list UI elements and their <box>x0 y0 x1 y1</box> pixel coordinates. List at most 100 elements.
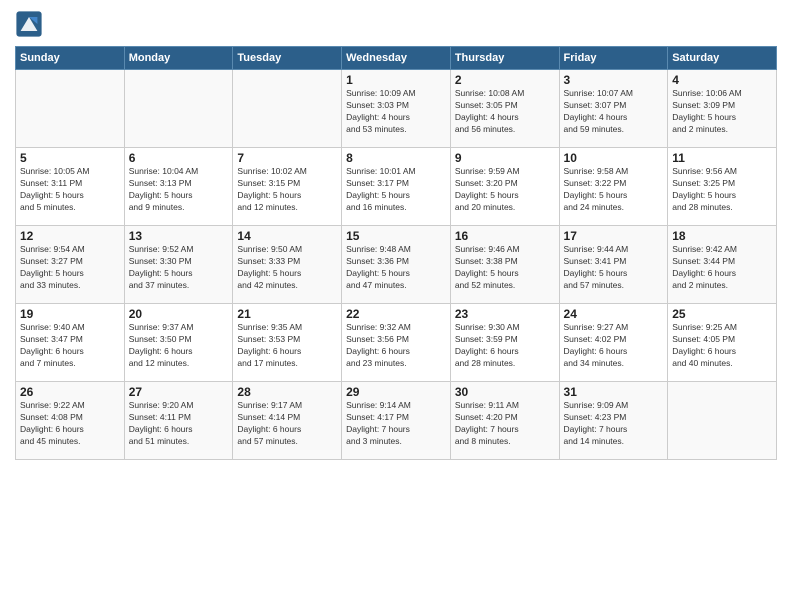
day-number: 4 <box>672 73 772 87</box>
weekday-header-row: SundayMondayTuesdayWednesdayThursdayFrid… <box>16 47 777 70</box>
week-row-2: 5Sunrise: 10:05 AM Sunset: 3:11 PM Dayli… <box>16 148 777 226</box>
day-info: Sunrise: 9:09 AM Sunset: 4:23 PM Dayligh… <box>564 400 664 448</box>
week-row-1: 1Sunrise: 10:09 AM Sunset: 3:03 PM Dayli… <box>16 70 777 148</box>
day-number: 9 <box>455 151 555 165</box>
day-info: Sunrise: 9:27 AM Sunset: 4:02 PM Dayligh… <box>564 322 664 370</box>
logo-icon <box>15 10 43 38</box>
calendar-cell: 2Sunrise: 10:08 AM Sunset: 3:05 PM Dayli… <box>450 70 559 148</box>
day-number: 24 <box>564 307 664 321</box>
calendar-cell: 11Sunrise: 9:56 AM Sunset: 3:25 PM Dayli… <box>668 148 777 226</box>
calendar-cell: 13Sunrise: 9:52 AM Sunset: 3:30 PM Dayli… <box>124 226 233 304</box>
day-number: 18 <box>672 229 772 243</box>
calendar-cell <box>233 70 342 148</box>
calendar-cell: 10Sunrise: 9:58 AM Sunset: 3:22 PM Dayli… <box>559 148 668 226</box>
calendar-cell <box>124 70 233 148</box>
day-number: 1 <box>346 73 446 87</box>
calendar-cell: 21Sunrise: 9:35 AM Sunset: 3:53 PM Dayli… <box>233 304 342 382</box>
calendar-container: SundayMondayTuesdayWednesdayThursdayFrid… <box>0 0 792 470</box>
day-info: Sunrise: 9:35 AM Sunset: 3:53 PM Dayligh… <box>237 322 337 370</box>
day-info: Sunrise: 9:37 AM Sunset: 3:50 PM Dayligh… <box>129 322 229 370</box>
day-info: Sunrise: 10:04 AM Sunset: 3:13 PM Daylig… <box>129 166 229 214</box>
day-info: Sunrise: 9:14 AM Sunset: 4:17 PM Dayligh… <box>346 400 446 448</box>
day-info: Sunrise: 9:40 AM Sunset: 3:47 PM Dayligh… <box>20 322 120 370</box>
day-info: Sunrise: 9:25 AM Sunset: 4:05 PM Dayligh… <box>672 322 772 370</box>
day-info: Sunrise: 9:56 AM Sunset: 3:25 PM Dayligh… <box>672 166 772 214</box>
calendar-cell: 17Sunrise: 9:44 AM Sunset: 3:41 PM Dayli… <box>559 226 668 304</box>
day-number: 28 <box>237 385 337 399</box>
day-info: Sunrise: 9:58 AM Sunset: 3:22 PM Dayligh… <box>564 166 664 214</box>
day-number: 6 <box>129 151 229 165</box>
calendar-cell: 8Sunrise: 10:01 AM Sunset: 3:17 PM Dayli… <box>342 148 451 226</box>
calendar-cell: 28Sunrise: 9:17 AM Sunset: 4:14 PM Dayli… <box>233 382 342 460</box>
calendar-cell: 23Sunrise: 9:30 AM Sunset: 3:59 PM Dayli… <box>450 304 559 382</box>
day-number: 8 <box>346 151 446 165</box>
calendar-cell: 26Sunrise: 9:22 AM Sunset: 4:08 PM Dayli… <box>16 382 125 460</box>
calendar-cell: 14Sunrise: 9:50 AM Sunset: 3:33 PM Dayli… <box>233 226 342 304</box>
day-number: 16 <box>455 229 555 243</box>
day-number: 29 <box>346 385 446 399</box>
week-row-3: 12Sunrise: 9:54 AM Sunset: 3:27 PM Dayli… <box>16 226 777 304</box>
calendar-cell: 5Sunrise: 10:05 AM Sunset: 3:11 PM Dayli… <box>16 148 125 226</box>
week-row-4: 19Sunrise: 9:40 AM Sunset: 3:47 PM Dayli… <box>16 304 777 382</box>
calendar-cell: 24Sunrise: 9:27 AM Sunset: 4:02 PM Dayli… <box>559 304 668 382</box>
day-info: Sunrise: 9:44 AM Sunset: 3:41 PM Dayligh… <box>564 244 664 292</box>
calendar-cell: 1Sunrise: 10:09 AM Sunset: 3:03 PM Dayli… <box>342 70 451 148</box>
day-number: 30 <box>455 385 555 399</box>
day-number: 22 <box>346 307 446 321</box>
weekday-header-thursday: Thursday <box>450 47 559 70</box>
day-info: Sunrise: 10:05 AM Sunset: 3:11 PM Daylig… <box>20 166 120 214</box>
calendar-cell <box>16 70 125 148</box>
day-number: 5 <box>20 151 120 165</box>
day-info: Sunrise: 9:48 AM Sunset: 3:36 PM Dayligh… <box>346 244 446 292</box>
day-info: Sunrise: 9:20 AM Sunset: 4:11 PM Dayligh… <box>129 400 229 448</box>
calendar-cell: 20Sunrise: 9:37 AM Sunset: 3:50 PM Dayli… <box>124 304 233 382</box>
day-number: 17 <box>564 229 664 243</box>
calendar-table: SundayMondayTuesdayWednesdayThursdayFrid… <box>15 46 777 460</box>
day-number: 23 <box>455 307 555 321</box>
day-info: Sunrise: 9:17 AM Sunset: 4:14 PM Dayligh… <box>237 400 337 448</box>
day-number: 15 <box>346 229 446 243</box>
day-number: 3 <box>564 73 664 87</box>
weekday-header-monday: Monday <box>124 47 233 70</box>
calendar-cell: 25Sunrise: 9:25 AM Sunset: 4:05 PM Dayli… <box>668 304 777 382</box>
day-number: 20 <box>129 307 229 321</box>
calendar-cell: 16Sunrise: 9:46 AM Sunset: 3:38 PM Dayli… <box>450 226 559 304</box>
calendar-cell: 7Sunrise: 10:02 AM Sunset: 3:15 PM Dayli… <box>233 148 342 226</box>
calendar-cell: 31Sunrise: 9:09 AM Sunset: 4:23 PM Dayli… <box>559 382 668 460</box>
day-info: Sunrise: 9:54 AM Sunset: 3:27 PM Dayligh… <box>20 244 120 292</box>
calendar-cell: 30Sunrise: 9:11 AM Sunset: 4:20 PM Dayli… <box>450 382 559 460</box>
calendar-cell: 4Sunrise: 10:06 AM Sunset: 3:09 PM Dayli… <box>668 70 777 148</box>
day-info: Sunrise: 9:50 AM Sunset: 3:33 PM Dayligh… <box>237 244 337 292</box>
header <box>15 10 777 38</box>
logo <box>15 10 47 38</box>
day-info: Sunrise: 9:11 AM Sunset: 4:20 PM Dayligh… <box>455 400 555 448</box>
calendar-cell: 12Sunrise: 9:54 AM Sunset: 3:27 PM Dayli… <box>16 226 125 304</box>
day-number: 19 <box>20 307 120 321</box>
day-info: Sunrise: 9:59 AM Sunset: 3:20 PM Dayligh… <box>455 166 555 214</box>
day-info: Sunrise: 9:32 AM Sunset: 3:56 PM Dayligh… <box>346 322 446 370</box>
calendar-cell: 19Sunrise: 9:40 AM Sunset: 3:47 PM Dayli… <box>16 304 125 382</box>
week-row-5: 26Sunrise: 9:22 AM Sunset: 4:08 PM Dayli… <box>16 382 777 460</box>
day-number: 27 <box>129 385 229 399</box>
day-number: 11 <box>672 151 772 165</box>
calendar-cell: 3Sunrise: 10:07 AM Sunset: 3:07 PM Dayli… <box>559 70 668 148</box>
weekday-header-saturday: Saturday <box>668 47 777 70</box>
day-number: 25 <box>672 307 772 321</box>
day-info: Sunrise: 10:06 AM Sunset: 3:09 PM Daylig… <box>672 88 772 136</box>
calendar-cell: 22Sunrise: 9:32 AM Sunset: 3:56 PM Dayli… <box>342 304 451 382</box>
day-number: 12 <box>20 229 120 243</box>
day-number: 21 <box>237 307 337 321</box>
calendar-cell: 27Sunrise: 9:20 AM Sunset: 4:11 PM Dayli… <box>124 382 233 460</box>
day-info: Sunrise: 10:07 AM Sunset: 3:07 PM Daylig… <box>564 88 664 136</box>
day-number: 13 <box>129 229 229 243</box>
day-number: 31 <box>564 385 664 399</box>
calendar-cell: 9Sunrise: 9:59 AM Sunset: 3:20 PM Daylig… <box>450 148 559 226</box>
day-info: Sunrise: 9:52 AM Sunset: 3:30 PM Dayligh… <box>129 244 229 292</box>
weekday-header-tuesday: Tuesday <box>233 47 342 70</box>
day-info: Sunrise: 10:02 AM Sunset: 3:15 PM Daylig… <box>237 166 337 214</box>
day-info: Sunrise: 10:09 AM Sunset: 3:03 PM Daylig… <box>346 88 446 136</box>
weekday-header-wednesday: Wednesday <box>342 47 451 70</box>
calendar-cell <box>668 382 777 460</box>
day-number: 26 <box>20 385 120 399</box>
day-number: 7 <box>237 151 337 165</box>
